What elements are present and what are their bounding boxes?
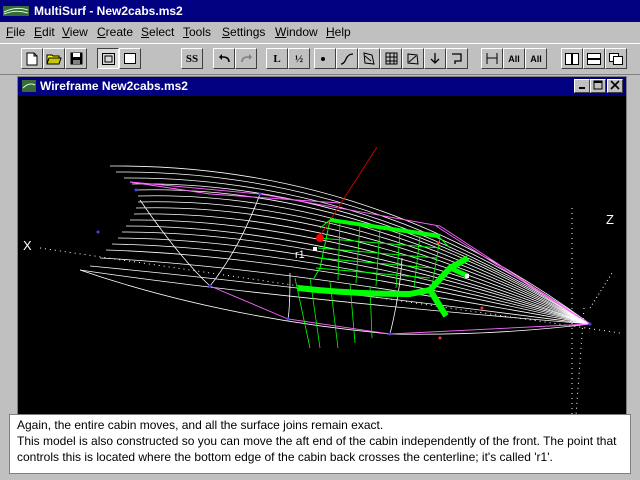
menu-select[interactable]: Select: [141, 25, 174, 39]
minimize-icon: [579, 87, 585, 89]
all-sel-2-button[interactable]: All: [525, 48, 547, 69]
multisurf-app-icon[interactable]: [3, 4, 29, 18]
tile-vertical-button[interactable]: [561, 48, 583, 69]
contour-icon: [451, 53, 462, 64]
vertex-point[interactable]: [96, 230, 100, 234]
menu-bar: File Edit View Create Select Tools Setti…: [0, 22, 640, 42]
vertex-point[interactable]: [436, 241, 440, 245]
vertex-point[interactable]: [480, 306, 484, 310]
diag-axis-line: [589, 272, 613, 309]
ss-label: SS: [185, 52, 199, 65]
vertex-point[interactable]: [438, 336, 442, 340]
fraction-button[interactable]: ½: [288, 48, 310, 69]
close-button[interactable]: [607, 79, 623, 93]
hull-wireframe: [79, 165, 591, 335]
open-folder-icon: [46, 54, 62, 65]
app-title-bar[interactable]: MultiSurf - New2cabs.ms2: [0, 0, 640, 22]
save-button[interactable]: [65, 48, 87, 69]
handle-point[interactable]: [313, 247, 317, 251]
all-label-2: All: [530, 53, 542, 64]
label-button[interactable]: L: [266, 48, 288, 69]
save-disk-icon: [70, 52, 82, 65]
minimize-button[interactable]: [574, 79, 590, 93]
frame-view-button[interactable]: [97, 48, 119, 69]
relabel-icon: [407, 52, 419, 65]
x-axis-label: X: [23, 238, 32, 253]
wireframe-window-title: Wireframe New2cabs.ms2: [40, 79, 188, 93]
window-view-button[interactable]: [119, 48, 141, 69]
relabel-tool-button[interactable]: [402, 48, 424, 69]
redo-button[interactable]: [235, 48, 257, 69]
r1-point-label: r1: [295, 249, 305, 261]
wireframe-canvas[interactable]: X Z r1: [20, 98, 624, 415]
open-file-button[interactable]: [43, 48, 65, 69]
handle-point-2[interactable]: [465, 274, 469, 278]
down-arrow-icon: [430, 53, 440, 64]
vertex-point[interactable]: [588, 322, 592, 326]
r1-control-point[interactable]: [316, 234, 324, 242]
all-sel-button[interactable]: All: [503, 48, 525, 69]
wireframe-window-title-bar[interactable]: Wireframe New2cabs.ms2: [18, 77, 626, 96]
ss-button[interactable]: SS: [181, 48, 203, 69]
grid-surface-icon: [385, 52, 397, 65]
maximize-button[interactable]: [590, 79, 606, 93]
undo-button[interactable]: [213, 48, 235, 69]
point-icon: [321, 56, 325, 61]
window-title: MultiSurf - New2cabs.ms2: [34, 4, 183, 18]
surface-tool-button[interactable]: [380, 48, 402, 69]
z-axis-label: Z: [606, 212, 614, 227]
tile-horizontal-button[interactable]: [583, 48, 605, 69]
caption-line-2: This model is also constructed so you ca…: [17, 434, 617, 464]
menu-settings[interactable]: Settings: [222, 25, 265, 39]
close-icon: [610, 80, 620, 90]
all-label: All: [508, 53, 520, 64]
arrow-tool-button[interactable]: [424, 48, 446, 69]
menu-window[interactable]: Window: [275, 25, 318, 39]
wireframe-window-icon[interactable]: [22, 80, 36, 92]
wireframe-window[interactable]: Wireframe New2cabs.ms2 X Z r1: [17, 76, 627, 416]
menu-edit[interactable]: Edit: [34, 25, 55, 39]
toolbar: SS L ½ All All: [0, 43, 640, 75]
wireframe-viewport[interactable]: X Z r1: [20, 98, 624, 415]
vertex-point[interactable]: [258, 192, 262, 196]
curve-icon: [340, 52, 354, 65]
tutorial-caption: Again, the entire cabin moves, and all t…: [9, 414, 631, 474]
menu-create[interactable]: Create: [97, 25, 133, 39]
vertex-point[interactable]: [134, 188, 138, 192]
point-tool-button[interactable]: [314, 48, 336, 69]
tile-horizontal-icon: [587, 52, 601, 65]
new-file-button[interactable]: [21, 48, 43, 69]
vertex-point[interactable]: [208, 284, 212, 288]
undo-icon: [218, 53, 230, 62]
snake-tool-button[interactable]: [358, 48, 380, 69]
menu-view[interactable]: View: [62, 25, 88, 39]
frame-icon: [101, 52, 115, 65]
caption-line-1: Again, the entire cabin moves, and all t…: [17, 418, 384, 432]
tile-vertical-icon: [565, 52, 579, 65]
l-label: L: [273, 52, 281, 65]
new-file-icon: [26, 52, 38, 65]
contour-tool-button[interactable]: [446, 48, 468, 69]
snake-icon: [363, 51, 375, 65]
menu-help[interactable]: Help: [326, 25, 351, 39]
vertex-point[interactable]: [286, 317, 290, 321]
window-icon: [124, 53, 136, 64]
cascade-button[interactable]: [605, 48, 627, 69]
vertex-point[interactable]: [388, 332, 392, 336]
redo-icon: [240, 53, 252, 62]
dimension-tool-button[interactable]: [481, 48, 503, 69]
cascade-icon: [609, 52, 623, 65]
half-label: ½: [294, 52, 304, 65]
menu-tools[interactable]: Tools: [183, 25, 211, 39]
menu-file[interactable]: File: [6, 25, 25, 39]
maximize-icon: [593, 80, 603, 90]
dimension-icon: [486, 53, 498, 64]
curve-tool-button[interactable]: [336, 48, 358, 69]
